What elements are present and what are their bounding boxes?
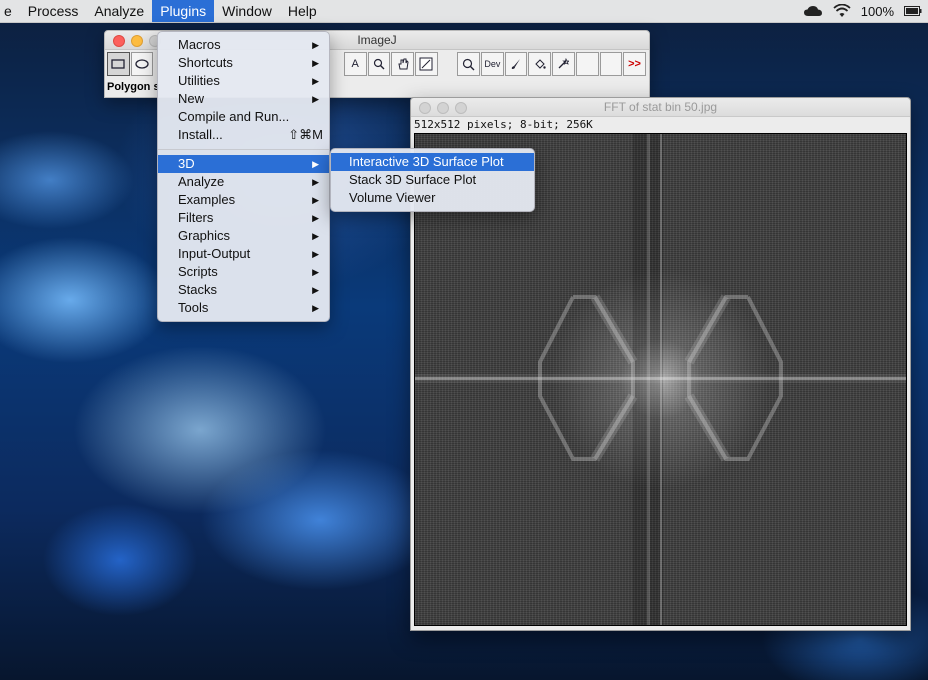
oval-tool-icon[interactable] <box>130 52 154 76</box>
more-tools-button[interactable]: >> <box>623 52 646 76</box>
submenu-arrow-icon: ▶ <box>312 159 319 169</box>
menu-item-compile-and-run[interactable]: Compile and Run... <box>158 108 329 126</box>
plugins-dropdown-menu: Macros ▶ Shortcuts ▶ Utilities ▶ New ▶ Compi… <box>157 31 330 322</box>
menu-window[interactable]: Window <box>214 0 280 22</box>
menu-item-interactive-3d-surface-plot[interactable]: Interactive 3D Surface Plot <box>331 153 534 171</box>
menu-item-examples[interactable]: Examples ▶ <box>158 191 329 209</box>
submenu-arrow-icon: ▶ <box>312 195 319 205</box>
cloud-icon[interactable] <box>803 5 823 17</box>
menu-item-label: Utilities <box>178 73 220 88</box>
menu-item-stack-3d-surface-plot[interactable]: Stack 3D Surface Plot <box>331 171 534 189</box>
menu-item-stacks[interactable]: Stacks ▶ <box>158 281 329 299</box>
menu-item-label: Stacks <box>178 282 218 297</box>
menu-item-3d[interactable]: 3D ▶ <box>158 155 329 173</box>
wifi-icon[interactable] <box>833 4 851 18</box>
menu-plugins[interactable]: Plugins <box>152 0 215 22</box>
submenu-arrow-icon: ▶ <box>312 58 319 68</box>
submenu-arrow-icon: ▶ <box>312 177 319 187</box>
submenu-arrow-icon: ▶ <box>312 76 319 86</box>
menu-item-label: Input-Output <box>178 246 251 261</box>
window-title: FFT of stat bin 50.jpg <box>603 100 718 114</box>
developer-menu-tool[interactable]: Dev <box>481 52 504 76</box>
menu-item-label: Examples <box>178 192 236 207</box>
keyboard-shortcut: ⇧⌘M <box>288 127 323 142</box>
submenu-arrow-icon: ▶ <box>312 249 319 259</box>
menu-item-label: Shortcuts <box>178 55 233 70</box>
menu-item-label: Compile and Run... <box>178 109 290 124</box>
menu-item-label: 3D <box>178 156 195 171</box>
menu-item-label: Filters <box>178 210 214 225</box>
submenu-arrow-icon: ▶ <box>312 213 319 223</box>
submenu-arrow-icon: ▶ <box>312 94 319 104</box>
rectangle-tool-icon[interactable] <box>107 52 130 76</box>
menu-image-partial[interactable]: e <box>0 0 20 22</box>
menu-process[interactable]: Process <box>20 0 87 22</box>
menu-item-label: Scripts <box>178 264 218 279</box>
menu-analyze[interactable]: Analyze <box>86 0 152 22</box>
flood-fill-tool-icon[interactable] <box>528 52 552 76</box>
menu-item-tools[interactable]: Tools ▶ <box>158 299 329 317</box>
toolbar-status-text: Polygon s <box>107 81 160 93</box>
menu-help[interactable]: Help <box>280 0 325 22</box>
brush-tool-icon[interactable] <box>504 52 528 76</box>
image-info: 512x512 pixels; 8-bit; 256K <box>414 118 593 131</box>
menu-item-label: Macros <box>178 37 221 52</box>
menu-item-label: New <box>178 91 205 106</box>
status-area: 100% <box>803 4 928 19</box>
text-tool-icon[interactable]: A <box>343 52 367 76</box>
menu-item-scripts[interactable]: Scripts ▶ <box>158 263 329 281</box>
fft-titlebar[interactable]: FFT of stat bin 50.jpg <box>411 98 910 117</box>
empty-tool-slot[interactable] <box>599 52 623 76</box>
submenu-arrow-icon: ▶ <box>312 303 319 313</box>
menu-item-new[interactable]: New ▶ <box>158 90 329 108</box>
search-tool-icon[interactable] <box>457 52 481 76</box>
menu-item-input-output[interactable]: Input-Output ▶ <box>158 245 329 263</box>
menu-item-graphics[interactable]: Graphics ▶ <box>158 227 329 245</box>
battery-icon[interactable] <box>904 6 922 16</box>
submenu-arrow-icon: ▶ <box>312 231 319 241</box>
submenu-arrow-icon: ▶ <box>312 267 319 277</box>
menu-item-label: Install... <box>178 127 223 142</box>
empty-tool-slot[interactable] <box>575 52 599 76</box>
menu-item-label: Tools <box>178 300 209 315</box>
menu-item-macros[interactable]: Macros ▶ <box>158 36 329 54</box>
menu-item-analyze[interactable]: Analyze ▶ <box>158 173 329 191</box>
color-picker-tool-icon[interactable] <box>414 52 438 76</box>
submenu-arrow-icon: ▶ <box>312 285 319 295</box>
menu-separator <box>158 149 329 150</box>
wand-tool-icon[interactable] <box>552 52 575 76</box>
submenu-arrow-icon: ▶ <box>312 40 319 50</box>
hand-tool-icon[interactable] <box>391 52 414 76</box>
menu-item-utilities[interactable]: Utilities ▶ <box>158 72 329 90</box>
3d-submenu: Interactive 3D Surface Plot Stack 3D Sur… <box>330 148 535 212</box>
menu-item-volume-viewer[interactable]: Volume Viewer <box>331 189 534 207</box>
menu-item-shortcuts[interactable]: Shortcuts ▶ <box>158 54 329 72</box>
magnify-tool-icon[interactable] <box>367 52 391 76</box>
menu-item-install[interactable]: Install... ⇧⌘M <box>158 126 329 144</box>
menu-bar: e Process Analyze Plugins Window Help 10… <box>0 0 928 23</box>
menu-item-label: Graphics <box>178 228 231 243</box>
battery-percent[interactable]: 100% <box>861 4 894 19</box>
menu-item-filters[interactable]: Filters ▶ <box>158 209 329 227</box>
menu-item-label: Analyze <box>178 174 225 189</box>
